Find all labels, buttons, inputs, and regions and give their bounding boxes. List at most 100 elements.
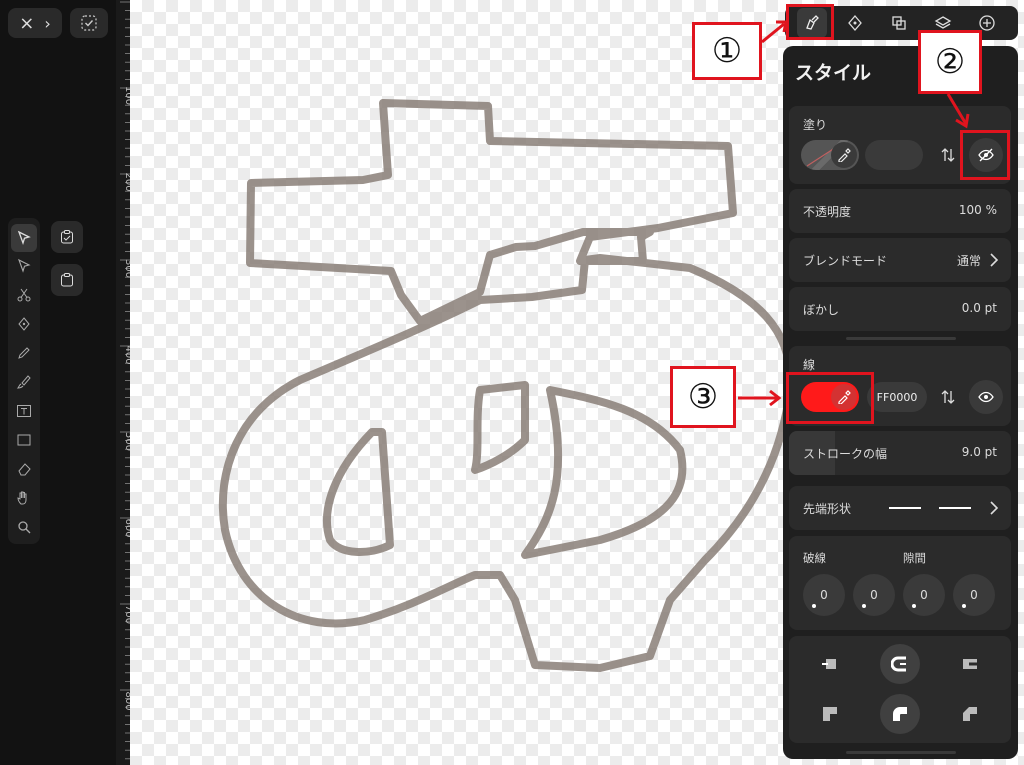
dash-label: 破線: [803, 551, 826, 565]
annotation-box-3: [786, 372, 874, 424]
align-center-icon: [891, 656, 906, 672]
ruler-label: 500: [123, 432, 130, 451]
opacity-row[interactable]: 不透明度 100 %: [789, 189, 1011, 233]
cap-style-row[interactable]: 先端形状: [789, 486, 1011, 530]
rectangle-icon: [17, 434, 31, 446]
tool-eraser[interactable]: [8, 455, 40, 483]
blend-mode-value: 通常: [956, 254, 981, 268]
cap-end-line: [939, 507, 971, 509]
select-all-button[interactable]: [51, 221, 83, 253]
blur-value: 0.0 pt: [961, 301, 997, 315]
blend-mode-row[interactable]: ブレンドモード 通常: [789, 238, 1011, 282]
cap-start-line: [889, 507, 921, 509]
app-window: × › 100 200 300 400 500 600 700 800 スタイル…: [0, 0, 1024, 765]
section-divider: [846, 337, 956, 340]
opacity-value: 100 %: [958, 203, 997, 217]
dash-value-1: 0: [820, 588, 828, 602]
join-miter-button[interactable]: [810, 694, 850, 734]
gap-value-1: 0: [870, 588, 878, 602]
tool-rectangle[interactable]: [8, 426, 40, 454]
join-miter-icon: [823, 707, 837, 721]
selection-mode-button[interactable]: [70, 8, 108, 38]
opacity-label: 不透明度: [803, 205, 852, 219]
stroke-visibility-toggle[interactable]: [969, 380, 1003, 414]
clipboard-icon: [61, 273, 73, 287]
dial-indicator: [962, 604, 966, 608]
tool-brush[interactable]: [8, 368, 40, 396]
vertical-ruler: 100200300400500600700800900: [116, 0, 130, 765]
annotation-box-1: [786, 4, 834, 40]
ruler-label: 200: [123, 173, 130, 192]
swap-arrows-icon: [941, 390, 955, 404]
join-bevel-button[interactable]: [950, 694, 990, 734]
eraser-icon: [18, 463, 31, 476]
tab-shape[interactable]: [840, 8, 870, 38]
fill-color-swatch[interactable]: [801, 140, 859, 170]
ruler-label: 400: [123, 346, 130, 365]
align-inside-icon: [822, 659, 836, 669]
gap-label: 隙間: [903, 551, 926, 565]
chevron-right-icon: [990, 253, 999, 267]
stroke-width-value: 9.0 pt: [961, 445, 997, 459]
join-round-button[interactable]: [880, 694, 920, 734]
fill-gradient-swatch[interactable]: [865, 140, 923, 170]
scissors-icon: [17, 288, 31, 302]
align-outside-button[interactable]: [950, 644, 990, 684]
stroke-align-join-section: [789, 636, 1011, 743]
stroke-width-row[interactable]: ストロークの幅 9.0 pt: [789, 431, 1011, 475]
text-tool-icon: [17, 405, 31, 417]
close-button[interactable]: × ›: [8, 8, 62, 38]
tool-select[interactable]: [11, 224, 37, 252]
tab-boolean[interactable]: [884, 8, 914, 38]
dial-indicator: [812, 604, 816, 608]
ruler-label: 600: [123, 519, 130, 538]
annotation-arrow-1: [761, 20, 788, 44]
tool-zoom[interactable]: [8, 513, 40, 541]
fill-eyedropper-button[interactable]: [831, 142, 857, 168]
dash-section: 破線 隙間 0 0 0 0: [789, 536, 1011, 630]
dashed-check-icon: [81, 15, 97, 31]
dash-dial-2[interactable]: 0: [903, 574, 945, 616]
path-shape-icon: [848, 15, 862, 31]
tool-text[interactable]: [8, 397, 40, 425]
ruler-label: 300: [123, 259, 130, 278]
eye-icon: [978, 391, 994, 403]
align-center-button[interactable]: [880, 644, 920, 684]
blur-row[interactable]: ぼかし 0.0 pt: [789, 287, 1011, 331]
gap-dial-2[interactable]: 0: [953, 574, 995, 616]
dial-indicator: [912, 604, 916, 608]
paste-button[interactable]: [51, 264, 83, 296]
dash-dial-1[interactable]: 0: [803, 574, 845, 616]
stroke-label: 線: [803, 358, 816, 372]
eyedropper-icon: [838, 148, 851, 162]
join-round-icon: [893, 707, 907, 721]
tool-hand[interactable]: [8, 484, 40, 512]
tool-pen[interactable]: [8, 310, 40, 338]
align-inside-button[interactable]: [810, 644, 850, 684]
swap-arrows-icon: [941, 148, 955, 162]
stroke-width-label: ストロークの幅: [803, 447, 888, 461]
close-icon: ×: [19, 12, 35, 34]
arrow-cursor-icon: [17, 230, 31, 246]
fill-label: 塗り: [803, 118, 828, 132]
dash-value-2: 0: [920, 588, 928, 602]
join-bevel-icon: [963, 707, 977, 721]
cap-style-label: 先端形状: [803, 502, 852, 516]
magnifier-icon: [18, 521, 31, 534]
annotation-number-2: ②: [918, 30, 982, 94]
gap-dial-1[interactable]: 0: [853, 574, 895, 616]
blend-mode-label: ブレンドモード: [803, 254, 888, 268]
annotation-number-3: ③: [670, 366, 736, 428]
stroke-hex-field[interactable]: FF0000: [867, 382, 927, 412]
pen-nib-icon: [18, 317, 30, 331]
direct-select-icon: [18, 258, 31, 273]
tool-direct-select[interactable]: [8, 252, 40, 280]
boolean-overlap-icon: [892, 16, 906, 30]
hand-icon: [17, 491, 27, 505]
tool-pencil[interactable]: [8, 339, 40, 367]
blur-label: ぼかし: [803, 303, 840, 317]
stroke-swap-button[interactable]: [931, 380, 965, 414]
tool-rail: [8, 218, 40, 544]
chevron-right-icon: ›: [44, 13, 51, 33]
tool-scissors[interactable]: [8, 281, 40, 309]
